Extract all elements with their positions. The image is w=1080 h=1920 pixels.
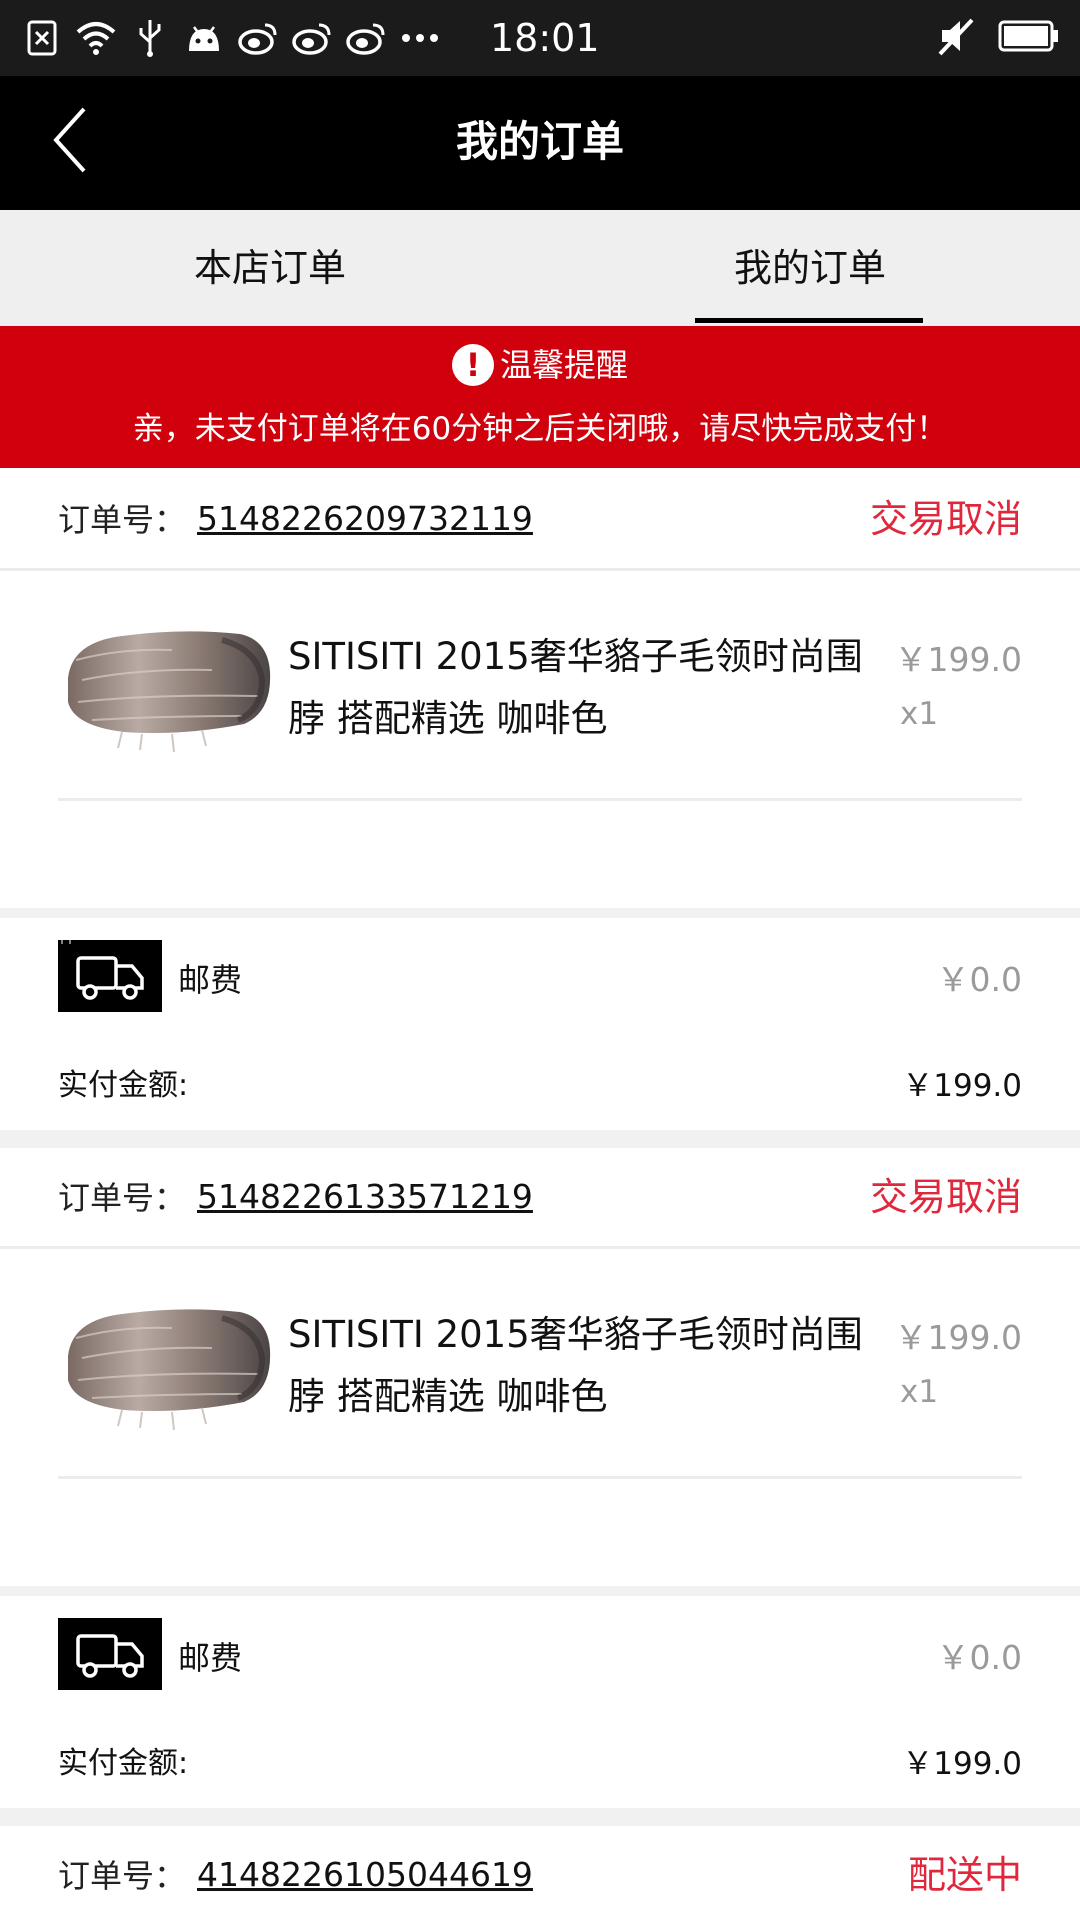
active-tab-indicator	[695, 318, 923, 323]
more-dots-icon	[398, 16, 442, 60]
shipping-fee: ￥0.0	[936, 1638, 1022, 1677]
order-number-label: 订单号：	[58, 1857, 187, 1895]
battery-icon	[998, 19, 1060, 57]
tab-store-orders[interactable]: 本店订单	[0, 210, 540, 326]
reminder-title: 温馨提醒	[499, 346, 628, 384]
status-icons-right	[936, 14, 1060, 62]
weibo-icon	[290, 16, 334, 60]
order-number-link[interactable]: 5148226133571219	[197, 1174, 533, 1220]
truck-icon	[58, 1618, 162, 1690]
status-time: 18:01	[490, 16, 600, 60]
reminder-message: 亲，未支付订单将在60分钟之后关闭哦，请尽快完成支付！	[132, 411, 948, 447]
weibo-icon	[236, 16, 280, 60]
order-status: 交易取消	[869, 1175, 1022, 1219]
order-status: 交易取消	[869, 497, 1022, 541]
divider	[0, 1246, 1080, 1249]
product-name[interactable]: SITISITI 2015奢华貉子毛领时尚围脖 搭配精选 咖啡色	[288, 626, 888, 750]
divider	[58, 1476, 1022, 1479]
order-number-label: 订单号：	[58, 1179, 187, 1217]
shipping-label: 邮费	[178, 961, 243, 999]
android-icon	[182, 16, 226, 60]
order-number-label: 订单号：	[58, 501, 187, 539]
reminder-title-row: ! 温馨提醒	[0, 340, 1080, 390]
section-gap	[0, 1808, 1080, 1826]
order-number-link[interactable]: 4148226105044619	[197, 1852, 533, 1898]
product-price: ￥199.0	[894, 1318, 1022, 1357]
paid-amount: ￥199.0	[902, 1068, 1022, 1104]
exclamation-icon: !	[451, 344, 494, 386]
product-thumbnail[interactable]	[62, 1298, 274, 1434]
divider	[0, 568, 1080, 571]
usb-icon	[128, 16, 172, 60]
paid-amount-label: 实付金额:	[58, 1746, 189, 1781]
fur-collar-image	[68, 1309, 271, 1431]
page-title: 我的订单	[455, 117, 624, 166]
paid-amount-label: 实付金额:	[58, 1068, 189, 1103]
section-gap	[0, 908, 1080, 918]
notification-x-icon	[20, 16, 64, 60]
product-name[interactable]: SITISITI 2015奢华貉子毛领时尚围脖 搭配精选 咖啡色	[288, 1304, 888, 1428]
shipping-fee: ￥0.0	[936, 960, 1022, 999]
tab-my-orders[interactable]: 我的订单	[540, 210, 1080, 326]
order-number-link[interactable]: 5148226209732119	[197, 496, 533, 542]
weibo-icon	[344, 16, 388, 60]
divider	[58, 798, 1022, 801]
order-status: 配送中	[907, 1853, 1022, 1897]
truck-icon	[58, 940, 162, 1012]
section-gap	[0, 1586, 1080, 1596]
mute-icon	[936, 16, 976, 60]
product-price: ￥199.0	[894, 640, 1022, 679]
shipping-label: 邮费	[178, 1639, 243, 1677]
section-gap	[0, 1130, 1080, 1148]
product-quantity: x1	[900, 696, 939, 732]
product-quantity: x1	[900, 1374, 939, 1410]
fur-collar-image	[68, 631, 271, 753]
product-thumbnail[interactable]	[62, 620, 274, 756]
wifi-icon	[74, 16, 118, 60]
status-icons-left	[20, 14, 442, 62]
paid-amount: ￥199.0	[902, 1746, 1022, 1782]
